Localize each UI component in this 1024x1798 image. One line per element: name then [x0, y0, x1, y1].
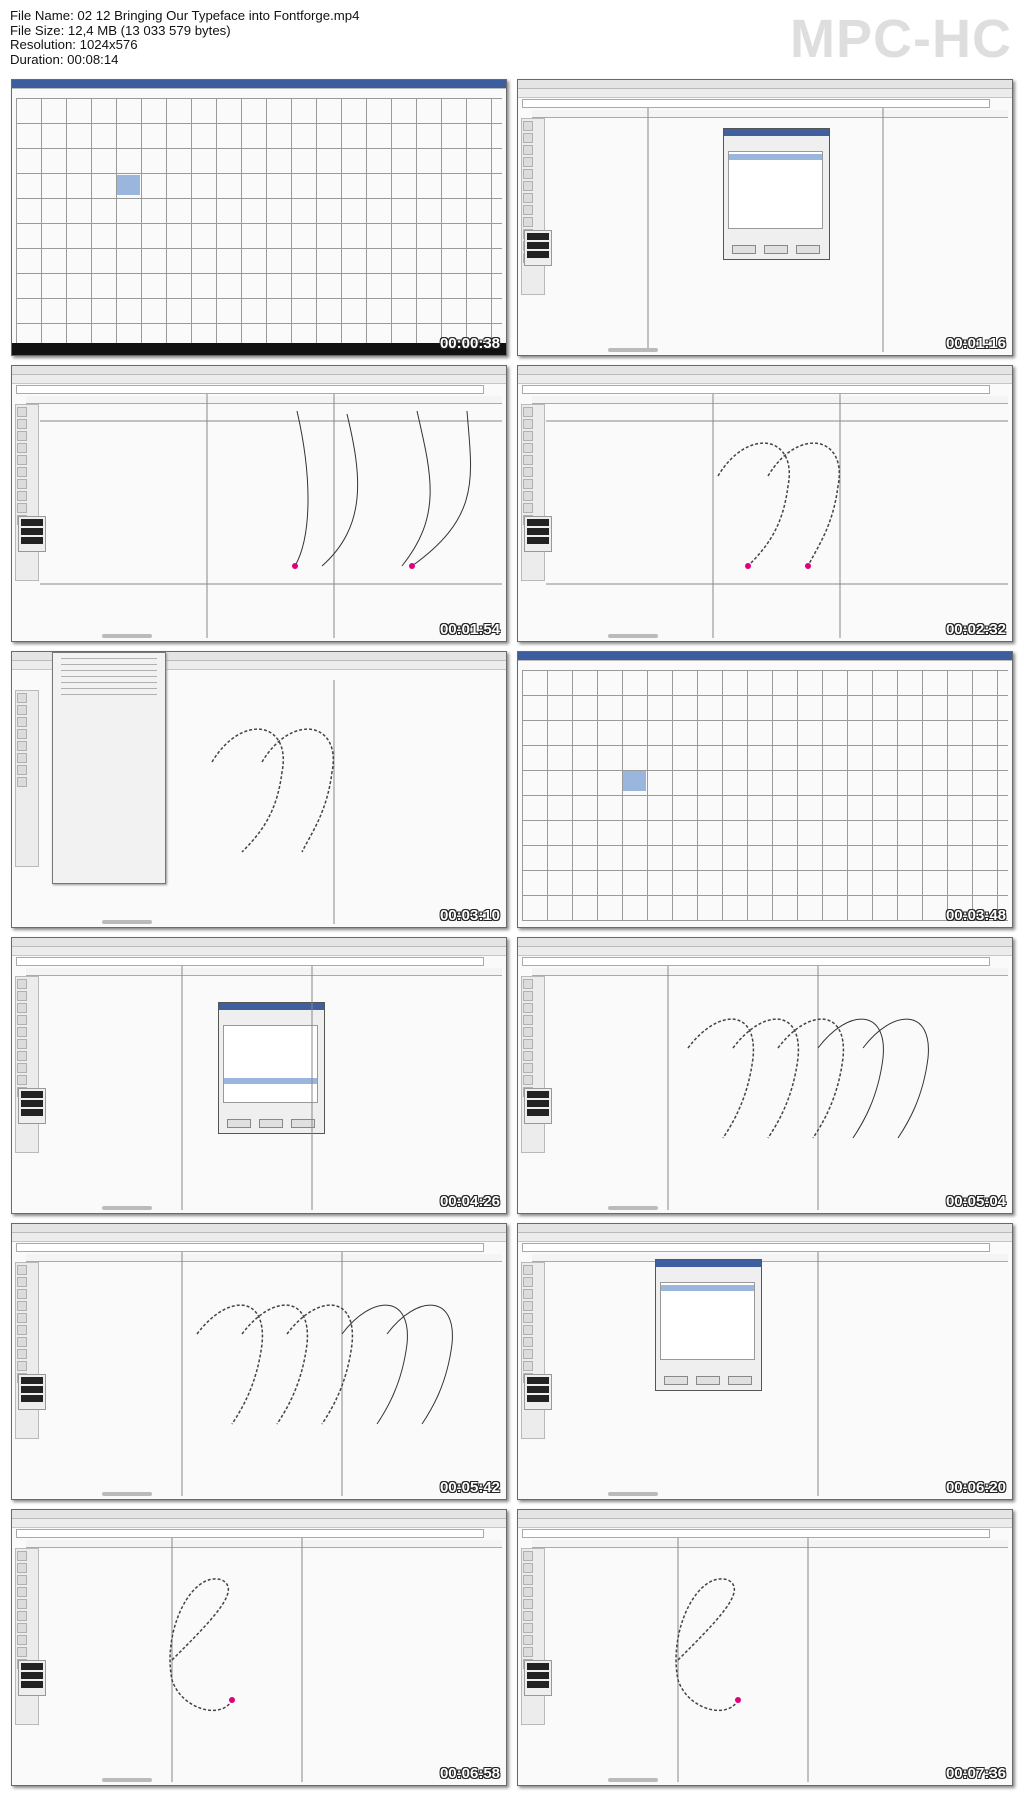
glyph-canvas: [181, 966, 313, 1210]
font-glyph-grid: [16, 98, 502, 349]
glyph-canvas: [546, 394, 1008, 638]
duration: Duration: 00:08:14: [10, 51, 119, 67]
glyph-canvas: [40, 394, 502, 638]
timestamp: 00:05:04: [945, 1193, 1006, 1210]
glyph-canvas: [647, 108, 884, 352]
thumbnail-6[interactable]: 00:03:48: [517, 651, 1013, 928]
thumbnail-2[interactable]: 00:01:16: [517, 79, 1013, 356]
timestamp: 00:02:32: [945, 621, 1006, 638]
glyph-canvas: [169, 1538, 303, 1782]
thumbnail-5[interactable]: 00:03:10: [11, 651, 507, 928]
thumbnail-4[interactable]: 00:02:32: [517, 365, 1013, 642]
timestamp: 00:01:54: [439, 621, 500, 638]
mpc-hc-logo: MPC-HC: [790, 9, 1012, 69]
timestamp: 00:03:10: [439, 907, 500, 924]
glyph-canvas: [675, 1538, 809, 1782]
timestamp: 00:00:38: [439, 335, 500, 352]
thumbnail-12[interactable]: 00:07:36: [517, 1509, 1013, 1786]
font-glyph-grid: [522, 670, 1008, 921]
file-info-header: File Name: 02 12 Bringing Our Typeface i…: [10, 8, 360, 67]
file-name: File Name: 02 12 Bringing Our Typeface i…: [10, 8, 360, 23]
thumbnail-11[interactable]: 00:06:58: [11, 1509, 507, 1786]
thumbnail-9[interactable]: 00:05:42: [11, 1223, 507, 1500]
window-titlebar: [518, 652, 1012, 661]
timestamp: 00:07:36: [945, 1765, 1006, 1782]
glyph-canvas: [181, 1252, 453, 1496]
glyph-canvas: [817, 1252, 819, 1496]
timestamp: 00:06:58: [439, 1765, 500, 1782]
thumbnail-1[interactable]: 00:00:38: [11, 79, 507, 356]
timestamp: 00:05:42: [439, 1479, 500, 1496]
thumbnail-7[interactable]: 00:04:26: [11, 937, 507, 1214]
timestamp: 00:04:26: [439, 1193, 500, 1210]
window-titlebar: [12, 80, 506, 89]
thumbnail-3[interactable]: 00:01:54: [11, 365, 507, 642]
timestamp: 00:06:20: [945, 1479, 1006, 1496]
thumbnail-8[interactable]: 00:05:04: [517, 937, 1013, 1214]
resolution: Resolution: 1024x576: [10, 37, 138, 53]
file-size: File Size: 12,4 MB (13 033 579 bytes): [10, 22, 231, 38]
timestamp: 00:03:48: [945, 907, 1006, 924]
letterbox-bar: [12, 343, 506, 355]
thumbnail-10[interactable]: 00:06:20: [517, 1223, 1013, 1500]
timestamp: 00:01:16: [945, 335, 1006, 352]
element-context-menu[interactable]: [52, 652, 166, 884]
glyph-canvas: [667, 966, 929, 1210]
